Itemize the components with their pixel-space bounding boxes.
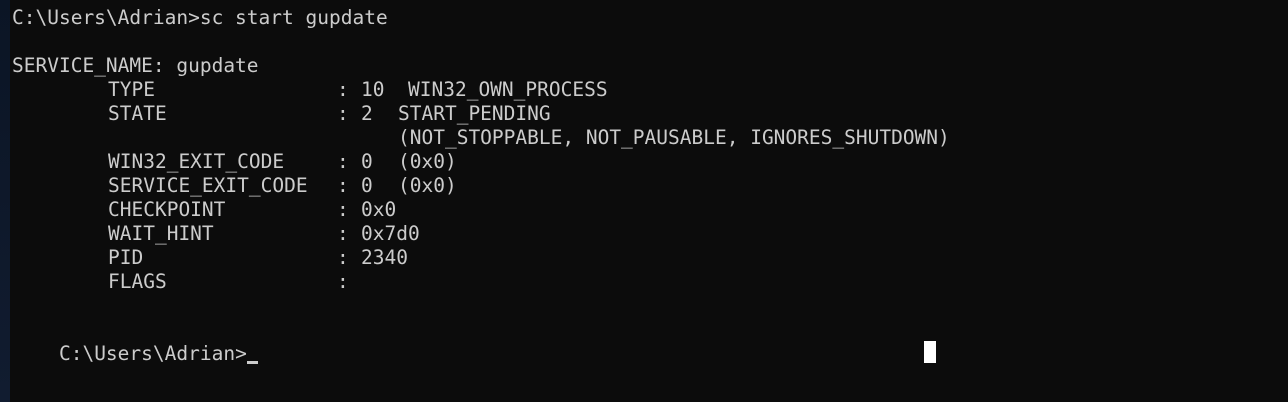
field-value-detail: START_PENDING (398, 102, 551, 125)
field-colon: : (337, 102, 349, 125)
field-key: WIN32_EXIT_CODE (108, 150, 285, 173)
field-value: 2 (361, 102, 373, 125)
field-key: WAIT_HINT (108, 222, 214, 245)
field-value-detail: (0x0) (398, 150, 457, 173)
field-key: SERVICE_EXIT_CODE (108, 174, 308, 197)
field-value: 2340 (361, 246, 408, 269)
field-value-detail: (0x0) (398, 174, 457, 197)
field-value: 0x7d0 (361, 222, 420, 245)
command-line: C:\Users\Adrian>sc start gupdate (12, 6, 388, 29)
field-row-service-exit-code: SERVICE_EXIT_CODE : 0 (0x0) (12, 174, 457, 198)
field-colon: : (337, 78, 349, 101)
field-row-state: STATE : 2 START_PENDING (12, 102, 551, 126)
field-row-wait-hint: WAIT_HINT : 0x7d0 (12, 222, 420, 246)
service-name-line: SERVICE_NAME: gupdate (12, 54, 259, 77)
field-colon: : (337, 246, 349, 269)
field-key: CHECKPOINT (108, 198, 226, 221)
field-colon: : (337, 222, 349, 245)
field-row-checkpoint: CHECKPOINT : 0x0 (12, 198, 396, 222)
field-colon: : (337, 150, 349, 173)
field-row-type: TYPE : 10 WIN32_OWN_PROCESS (12, 78, 608, 102)
prompt-text: C:\Users\Adrian> (58, 342, 247, 365)
field-colon: : (337, 270, 349, 293)
field-row-pid: PID : 2340 (12, 246, 408, 270)
field-value: 0 (361, 150, 373, 173)
prompt-line[interactable]: C:\Users\Adrian> (12, 318, 258, 365)
window-left-edge (0, 0, 10, 402)
text-cursor (246, 361, 258, 364)
state-flags: (NOT_STOPPABLE, NOT_PAUSABLE, IGNORES_SH… (398, 126, 950, 149)
field-value-detail: WIN32_OWN_PROCESS (408, 78, 608, 101)
field-key: TYPE (108, 78, 155, 101)
field-row-win32-exit-code: WIN32_EXIT_CODE : 0 (0x0) (12, 150, 457, 174)
field-value: 0x0 (361, 198, 397, 221)
ime-caret (924, 341, 936, 363)
field-colon: : (337, 174, 349, 197)
field-row-state-flags: (NOT_STOPPABLE, NOT_PAUSABLE, IGNORES_SH… (12, 126, 950, 150)
field-value: 10 (361, 78, 385, 101)
field-colon: : (337, 198, 349, 221)
console-window[interactable]: C:\Users\Adrian>sc start gupdate SERVICE… (0, 0, 1288, 402)
field-value: 0 (361, 174, 373, 197)
field-key: STATE (108, 102, 167, 125)
field-key: PID (108, 246, 144, 269)
field-key: FLAGS (108, 270, 167, 293)
field-row-flags: FLAGS : (12, 270, 349, 294)
